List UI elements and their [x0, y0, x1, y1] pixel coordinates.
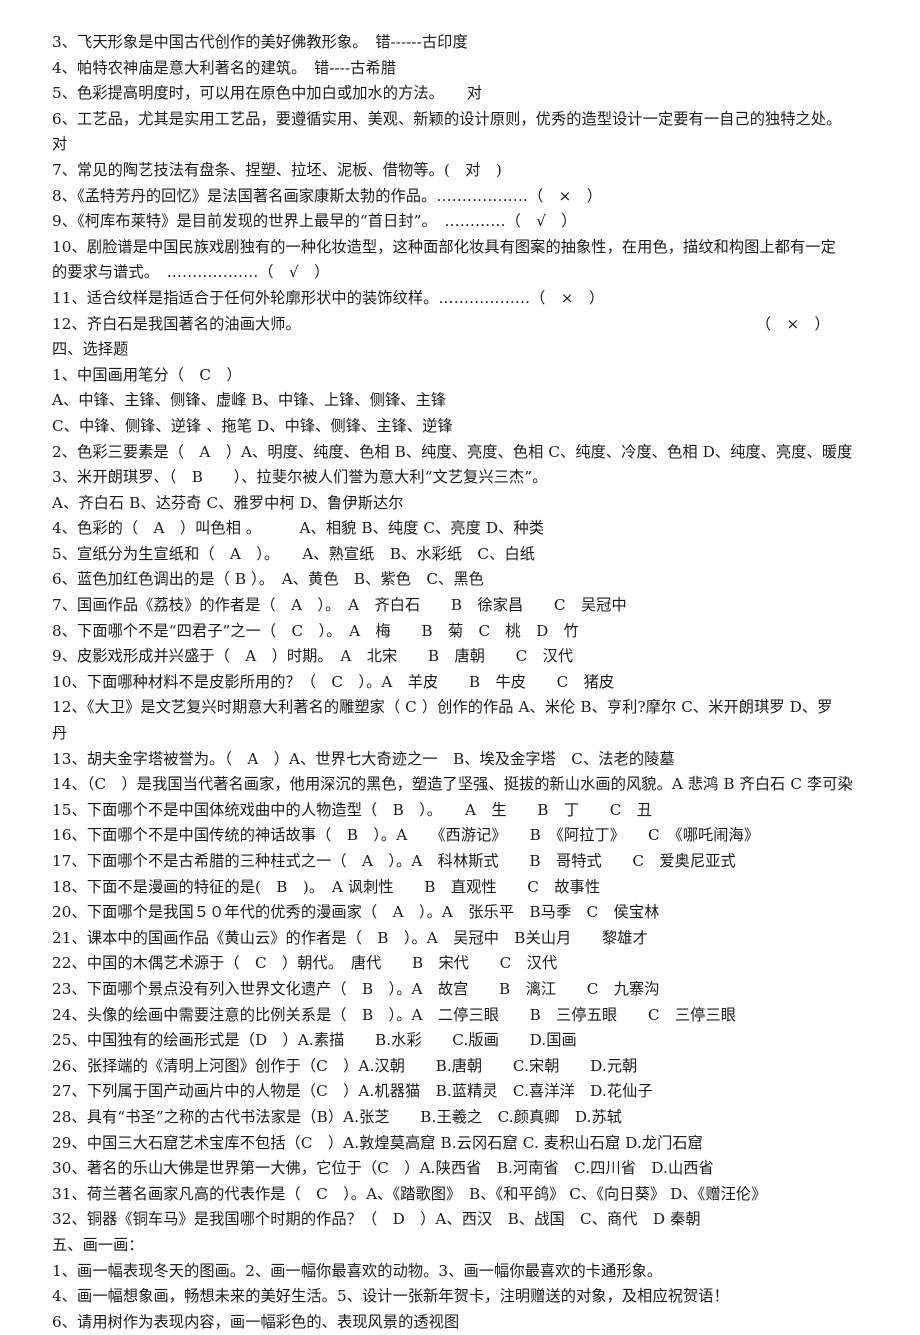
tf-item-10: 10、剧脸谱是中国民族戏剧独有的一种化妆造型，这种面部化妆具有图案的抽象性，在用…: [52, 237, 836, 256]
tf-item-10-continued: 的要求与谱式。 ………………（ √ ）: [52, 263, 330, 282]
choice-item-21: 21、课本中的国画作品《黄山云》的作者是（ B ）。A 吴冠中 B关山月 黎雄才: [52, 928, 648, 947]
choice-item-20: 20、下面哪个是我国５０年代的优秀的漫画家（ A ）。A 张乐平 B马季 C 侯…: [52, 903, 660, 922]
section-heading-draw: 五、画一画：: [52, 1235, 144, 1254]
choice-item-5: 5、宣纸分为生宣纸和（ A ）。 A、熟宣纸 B、水彩纸 C、白纸: [52, 544, 536, 563]
choice-item-24: 24、头像的绘画中需要注意的比例关系是（ B ）。A 二停三眼 B 三停五眼 C…: [52, 1005, 737, 1024]
choice-item-17: 17、下面哪个不是古希腊的三种柱式之一（ A ）。A 科林斯式 B 哥特式 C …: [52, 852, 736, 870]
choice-item-27: 27、下列属于国产动画片中的人物是（C ）A.机器猫 B.蓝精灵 C.喜洋洋 D…: [52, 1082, 653, 1101]
choice-item-16: 16、下面哪个不是中国传统的神话故事（ B ）。A 《西游记》 B 《阿拉丁》 …: [52, 826, 760, 845]
choice-item-22: 22、中国的木偶艺术源于（ C ）朝代。 唐代 B 宋代 C 汉代: [52, 954, 558, 973]
choice-item-25: 25、中国独有的绘画形式是（D ）A.素描 B.水彩 C.版画 D.国画: [52, 1031, 577, 1050]
document-body: 3、飞天形象是中国古代创作的美好佛教形象。 错------古印度 4、帕特农神庙…: [52, 30, 898, 1335]
tf-item-4: 4、帕特农神庙是意大利著名的建筑。 错----古希腊: [52, 58, 397, 77]
tf-item-11: 11、适合纹样是指适合于任何外轮廓形状中的装饰纹样。………………（ × ）: [52, 288, 605, 307]
choice-item-12-continued: 丹: [52, 724, 68, 743]
choice-item-23: 23、下面哪个景点没有列入世界文化遗产（ B ）。A 故宫 B 漓江 C 九寨沟: [52, 979, 660, 998]
draw-item-6: 6、请用树作为表现内容，画一幅彩色的、表现风景的透视图: [52, 1312, 460, 1331]
choice-item-3: 3、米开朗琪罗、（ B ）、拉斐尔被人们誉为意大利“文艺复兴三杰”。: [52, 468, 548, 487]
tf-item-3: 3、飞天形象是中国古代创作的美好佛教形象。 错------古印度: [52, 33, 468, 51]
choice-item-8: 8、下面哪个不是“四君子”之一（ C ）。 A 梅 B 菊 C 桃 D 竹: [52, 621, 579, 640]
tf-item-12-answer: （ × ）: [755, 314, 830, 333]
choice-item-7: 7、国画作品《荔枝》的作者是（ A ）。 A 齐白石 B 徐家昌 C 吴冠中: [52, 596, 627, 615]
choice-item-6: 6、蓝色加红色调出的是（ B ）。 A、黄色 B、紫色 C、黑色: [52, 570, 484, 589]
document-page: 3、飞天形象是中国古代创作的美好佛教形象。 错------古印度 4、帕特农神庙…: [0, 0, 920, 1331]
section-heading-choice: 四、选择题: [52, 340, 129, 359]
tf-item-6: 6、工艺品，尤其是实用工艺品，要遵循实用、美观、新颖的设计原则，优秀的造型设计一…: [52, 109, 842, 128]
choice-item-29: 29、中国三大石窟艺术宝库不包括（C ）A.敦煌莫高窟 B.云冈石窟 C. 麦积…: [52, 1133, 703, 1152]
choice-item-12: 12、《大卫》是文艺复兴时期意大利著名的雕塑家（ C ）创作的作品 A、米伦 B…: [52, 698, 833, 717]
choice-item-30: 30、著名的乐山大佛是世界第一大佛，它位于（C ）A.陕西省 B.河南省 C.四…: [52, 1159, 714, 1178]
choice-item-14: 14、（C ）是我国当代著名画家，他用深沉的黑色，塑造了坚强、挺拔的新山水画的风…: [52, 775, 853, 794]
choice-item-4: 4、色彩的（ A ）叫色相 。 A、相貌 B、纯度 C、亮度 D、种类: [52, 519, 545, 538]
choice-item-3-options: A、齐白石 B、达芬奇 C、雅罗中柯 D、鲁伊斯达尔: [52, 493, 404, 512]
choice-item-1-options-ab: A、中锋、主锋、侧锋、虚峰 B、中锋、上锋、侧锋、主锋: [52, 391, 447, 410]
draw-item-4: 4、画一幅想象画，畅想未来的美好生活。5、设计一张新年贺卡，注明赠送的对象，及相…: [52, 1287, 729, 1306]
tf-item-12: 12、齐白石是我国著名的油画大师。 （ × ）: [52, 312, 898, 338]
choice-item-13: 13、胡夫金字塔被誉为。（ A ）A、世界七大奇迹之一 B、埃及金字塔 C、法老…: [52, 749, 675, 768]
choice-item-10: 10、下面哪种材料不是皮影所用的？（ C ）。A 羊皮 B 牛皮 C 猪皮: [52, 672, 615, 691]
choice-item-2: 2、色彩三要素是（ A ）A、明度、纯度、色相 B、纯度、亮度、色相 C、纯度、…: [52, 442, 853, 461]
tf-item-7: 7、常见的陶艺技法有盘条、捏塑、拉坯、泥板、借物等。( 对 ): [52, 160, 502, 179]
choice-item-15: 15、下面哪个不是中国体统戏曲中的人物造型（ B ）。 A 生 B 丁 C 丑: [52, 800, 652, 819]
choice-item-31: 31、荷兰著名画家凡高的代表作是（ C ）。A、《踏歌图》 B、《和平鸽》 C、…: [52, 1184, 767, 1203]
tf-item-9: 9、《柯库布莱特》是目前发现的世界上最早的“首日封”。 …………（ √ ）: [52, 212, 577, 231]
choice-item-1: 1、中国画用笔分（ C ）: [52, 365, 242, 384]
choice-item-1-options-cd: C、中锋、侧锋、逆锋 、拖笔 D、中锋、侧锋、主锋、逆锋: [52, 416, 453, 435]
choice-item-9: 9、皮影戏形成并兴盛于（ A ）时期。 A 北宋 B 唐朝 C 汉代: [52, 647, 574, 666]
tf-item-12-text: 12、齐白石是我国著名的油画大师。: [52, 314, 301, 333]
tf-item-5: 5、色彩提高明度时，可以用在原色中加白或加水的方法。 对: [52, 84, 483, 103]
draw-item-1: 1、画一幅表现冬天的图画。2、画一幅你最喜欢的动物。3、画一幅你最喜欢的卡通形象…: [52, 1261, 663, 1280]
choice-item-26: 26、张择端的《清明上河图》创作于（C ）A.汉朝 B.唐朝 C.宋朝 D.元朝: [52, 1056, 638, 1075]
tf-item-8: 8、《孟特芳丹的回忆》是法国著名画家康斯太勃的作品。………………（ × ）: [52, 186, 603, 205]
choice-item-18: 18、下面不是漫画的特征的是( B )。 A 讽刺性 B 直观性 C 故事性: [52, 877, 601, 896]
choice-item-28: 28、具有“书圣”之称的古代书法家是（B）A.张芝 B.王羲之 C.颜真卿 D.…: [52, 1107, 623, 1126]
choice-item-32: 32、铜器《铜车马》是我国哪个时期的作品？（ D ）A、西汉 B、战国 C、商代…: [52, 1210, 701, 1229]
tf-item-6-continued: 对: [52, 135, 68, 154]
